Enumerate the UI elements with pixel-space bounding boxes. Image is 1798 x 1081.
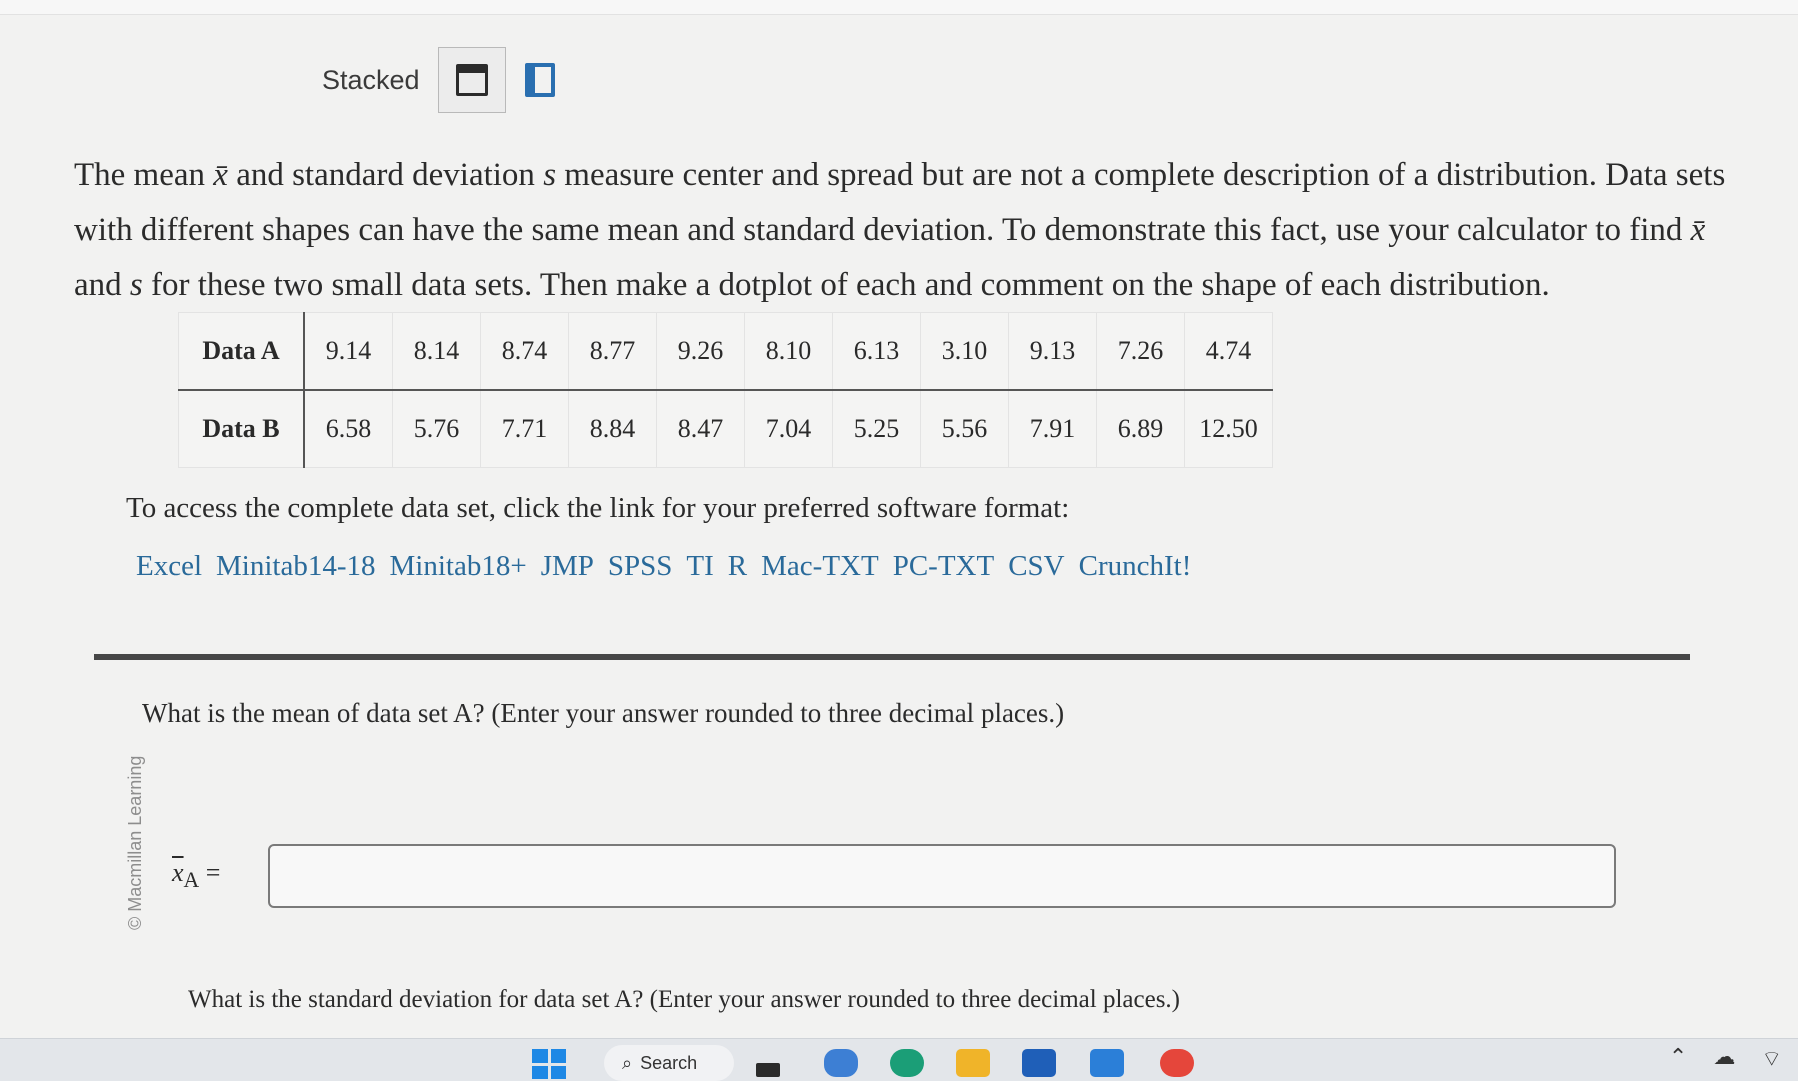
table-cell: 7.04 <box>744 389 833 468</box>
stacked-view-button[interactable] <box>437 47 506 113</box>
format-link-pc-txt[interactable]: PC-TXT <box>893 550 995 583</box>
format-link-minitab14-18[interactable]: Minitab14-18 <box>216 550 376 583</box>
table-cell: 9.14 <box>303 312 393 391</box>
data-table: Data A 9.14 8.14 8.74 8.77 9.26 8.10 6.13 3.10 9.… <box>178 312 1273 468</box>
software-format-links: Excel Minitab14-18 Minitab18+ JMP SPSS TI R Mac… <box>136 550 1205 583</box>
wifi-icon[interactable]: ⌔ <box>1761 1045 1782 1073</box>
chevron-up-icon[interactable]: ⌃ <box>1669 1045 1687 1073</box>
file-explorer-icon[interactable] <box>956 1049 990 1077</box>
format-link-r[interactable]: R <box>728 550 747 583</box>
table-cell: 7.26 <box>1096 312 1185 391</box>
search-label: Search <box>640 1052 698 1073</box>
question-mean-a: What is the mean of data set A? (Enter y… <box>142 698 1065 728</box>
format-link-excel[interactable]: Excel <box>136 550 202 583</box>
mail-icon[interactable] <box>1090 1049 1124 1077</box>
table-cell: 5.56 <box>920 389 1009 468</box>
system-tray: ⌃ ☁ ⌔ <box>1669 1045 1782 1073</box>
table-cell: 8.10 <box>744 312 833 391</box>
table-row: Data B 6.58 5.76 7.71 8.84 8.47 7.04 5.25 5.56 7.… <box>178 389 1273 468</box>
table-cell: 3.10 <box>920 312 1009 391</box>
table-cell: 8.74 <box>480 312 569 391</box>
view-label: Stacked <box>322 64 420 95</box>
table-cell: 8.84 <box>568 389 657 468</box>
answer-label-xbar-a: xA = <box>172 858 221 893</box>
stacked-layout-icon <box>455 64 488 96</box>
view-toggle: Stacked <box>322 46 574 114</box>
question-text: The mean x̄ and standard deviation s mea… <box>74 157 1726 303</box>
format-link-csv[interactable]: CSV <box>1008 550 1064 583</box>
copyright-watermark: © Macmillan Learning <box>125 755 145 930</box>
table-cell: 12.50 <box>1184 389 1273 468</box>
taskbar: ⌕ Search ⌃ ☁ ⌔ <box>0 1038 1798 1081</box>
meet-icon[interactable] <box>824 1049 858 1077</box>
mean-a-answer-input[interactable] <box>268 844 1616 908</box>
question-sd-a: What is the standard deviation for data … <box>188 986 1180 1013</box>
table-cell: 6.89 <box>1096 389 1185 468</box>
edge-browser-icon[interactable] <box>890 1049 924 1077</box>
answer-row-mean-a: xA = <box>172 844 1616 908</box>
window-top-edge <box>0 0 1798 15</box>
table-cell: 7.71 <box>480 389 569 468</box>
table-row-label: Data A <box>178 312 305 391</box>
table-cell: 6.58 <box>303 389 393 468</box>
table-cell: 5.76 <box>392 389 481 468</box>
task-view-icon[interactable] <box>756 1063 780 1077</box>
format-link-ti[interactable]: TI <box>686 550 713 583</box>
table-cell: 4.74 <box>1184 312 1273 391</box>
format-link-minitab18[interactable]: Minitab18+ <box>390 550 527 583</box>
cloud-icon[interactable]: ☁ <box>1713 1045 1735 1073</box>
chrome-icon[interactable] <box>1160 1049 1194 1077</box>
section-divider <box>94 654 1690 660</box>
table-row: Data A 9.14 8.14 8.74 8.77 9.26 8.10 6.13 3.10 9.… <box>178 312 1273 391</box>
format-link-spss[interactable]: SPSS <box>608 550 673 583</box>
taskbar-search-button[interactable]: ⌕ Search <box>604 1045 734 1081</box>
format-link-jmp[interactable]: JMP <box>541 550 594 583</box>
table-cell: 9.26 <box>656 312 745 391</box>
side-by-side-view-button[interactable] <box>506 47 574 113</box>
table-cell: 9.13 <box>1008 312 1097 391</box>
table-cell: 7.91 <box>1008 389 1097 468</box>
table-row-label: Data B <box>178 389 305 468</box>
side-by-side-layout-icon <box>524 63 555 97</box>
store-icon[interactable] <box>1022 1049 1056 1077</box>
search-icon: ⌕ <box>622 1052 633 1073</box>
format-link-mac-txt[interactable]: Mac-TXT <box>761 550 879 583</box>
table-cell: 5.25 <box>832 389 921 468</box>
table-cell: 8.77 <box>568 312 657 391</box>
table-cell: 8.47 <box>656 389 745 468</box>
access-instructions: To access the complete data set, click t… <box>126 492 1070 524</box>
windows-start-icon[interactable] <box>532 1049 566 1079</box>
table-cell: 8.14 <box>392 312 481 391</box>
format-link-crunchit[interactable]: CrunchIt! <box>1079 550 1192 583</box>
table-cell: 6.13 <box>832 312 921 391</box>
